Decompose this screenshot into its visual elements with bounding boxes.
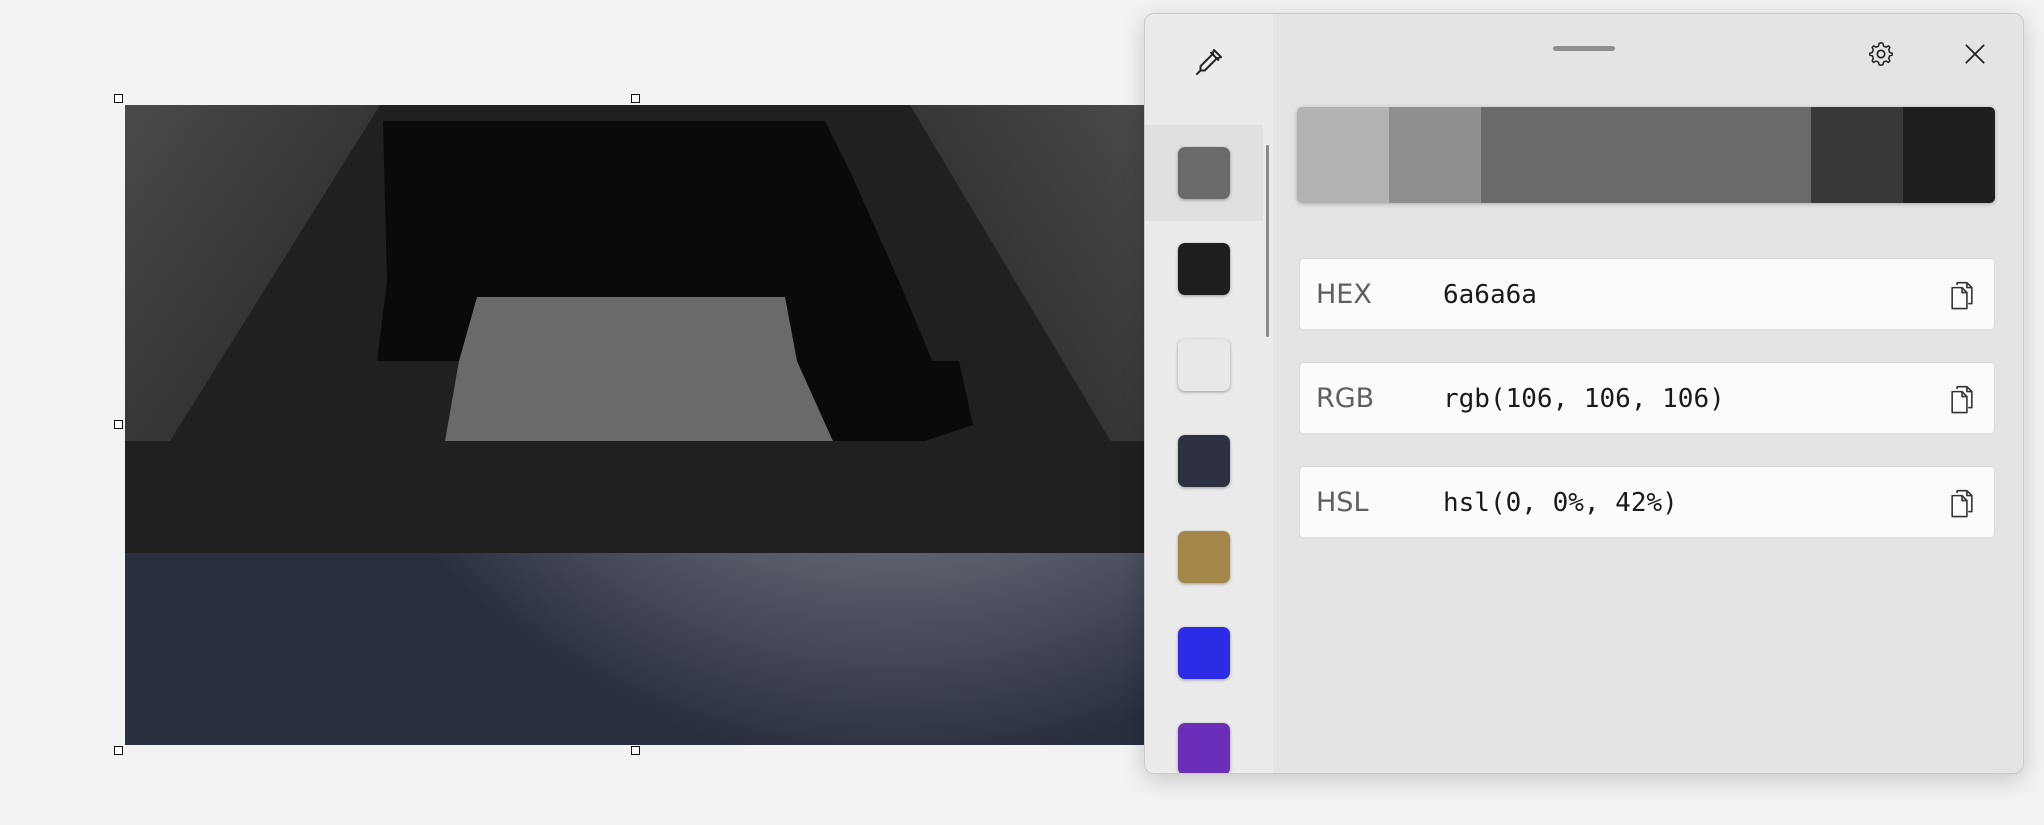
- resize-handle-top-left[interactable]: [114, 94, 123, 103]
- resize-handle-bottom[interactable]: [631, 746, 640, 755]
- format-value[interactable]: hsl(0, 0%, 42%): [1443, 467, 1678, 539]
- color-swatch: [1178, 435, 1230, 487]
- color-swatch: [1178, 243, 1230, 295]
- history-color-item[interactable]: [1145, 605, 1263, 701]
- color-history-sidebar: [1145, 14, 1273, 773]
- history-color-item[interactable]: [1145, 413, 1263, 509]
- drag-handle[interactable]: [1553, 46, 1615, 51]
- history-scrollbar[interactable]: [1266, 145, 1269, 337]
- format-label: HSL: [1316, 487, 1369, 518]
- gear-icon: [1869, 42, 1893, 66]
- shade-swatch[interactable]: [1903, 107, 1995, 203]
- color-swatch: [1178, 531, 1230, 583]
- history-color-item[interactable]: [1145, 701, 1263, 773]
- desktop-background: HEX 6a6a6a RGB rgb(106, 106, 106) HSL hsl(0, …: [0, 0, 2044, 825]
- color-format-row-hsl: HSL hsl(0, 0%, 42%): [1299, 466, 1995, 538]
- format-label: HEX: [1316, 279, 1372, 310]
- settings-button[interactable]: [1857, 30, 1905, 78]
- close-button[interactable]: [1951, 30, 1999, 78]
- shade-swatch[interactable]: [1388, 107, 1481, 203]
- eyedropper-button[interactable]: [1177, 30, 1241, 94]
- copy-icon: [1951, 489, 1973, 518]
- zoom-preview: [125, 105, 1145, 745]
- shade-swatch[interactable]: [1297, 107, 1389, 203]
- copy-icon: [1951, 281, 1973, 310]
- color-swatch: [1178, 627, 1230, 679]
- shade-swatch[interactable]: [1811, 107, 1904, 203]
- resize-handle-top[interactable]: [631, 94, 640, 103]
- eyedropper-icon: [1195, 48, 1223, 76]
- preview-image: [125, 105, 1145, 745]
- copy-button[interactable]: [1938, 479, 1986, 527]
- format-value[interactable]: rgb(106, 106, 106): [1443, 363, 1725, 435]
- color-swatch: [1178, 147, 1230, 199]
- color-picker-window: HEX 6a6a6a RGB rgb(106, 106, 106) HSL hsl(0, …: [1144, 13, 2024, 774]
- copy-button[interactable]: [1938, 375, 1986, 423]
- format-label: RGB: [1316, 383, 1375, 414]
- history-color-item[interactable]: [1145, 509, 1263, 605]
- resize-handle-bottom-left[interactable]: [114, 746, 123, 755]
- color-format-row-hex: HEX 6a6a6a: [1299, 258, 1995, 330]
- resize-handle-left[interactable]: [114, 420, 123, 429]
- shade-swatch[interactable]: [1480, 107, 1646, 203]
- history-color-item[interactable]: [1145, 221, 1263, 317]
- close-icon: [1965, 44, 1985, 64]
- shade-swatch[interactable]: [1646, 107, 1812, 203]
- color-swatch: [1178, 339, 1230, 391]
- copy-button[interactable]: [1938, 271, 1986, 319]
- color-swatch: [1178, 723, 1230, 773]
- color-format-row-rgb: RGB rgb(106, 106, 106): [1299, 362, 1995, 434]
- history-color-item[interactable]: [1145, 317, 1263, 413]
- copy-icon: [1951, 385, 1973, 414]
- format-value[interactable]: 6a6a6a: [1443, 259, 1537, 331]
- color-shades-strip: [1297, 107, 1995, 203]
- history-color-item[interactable]: [1145, 125, 1263, 221]
